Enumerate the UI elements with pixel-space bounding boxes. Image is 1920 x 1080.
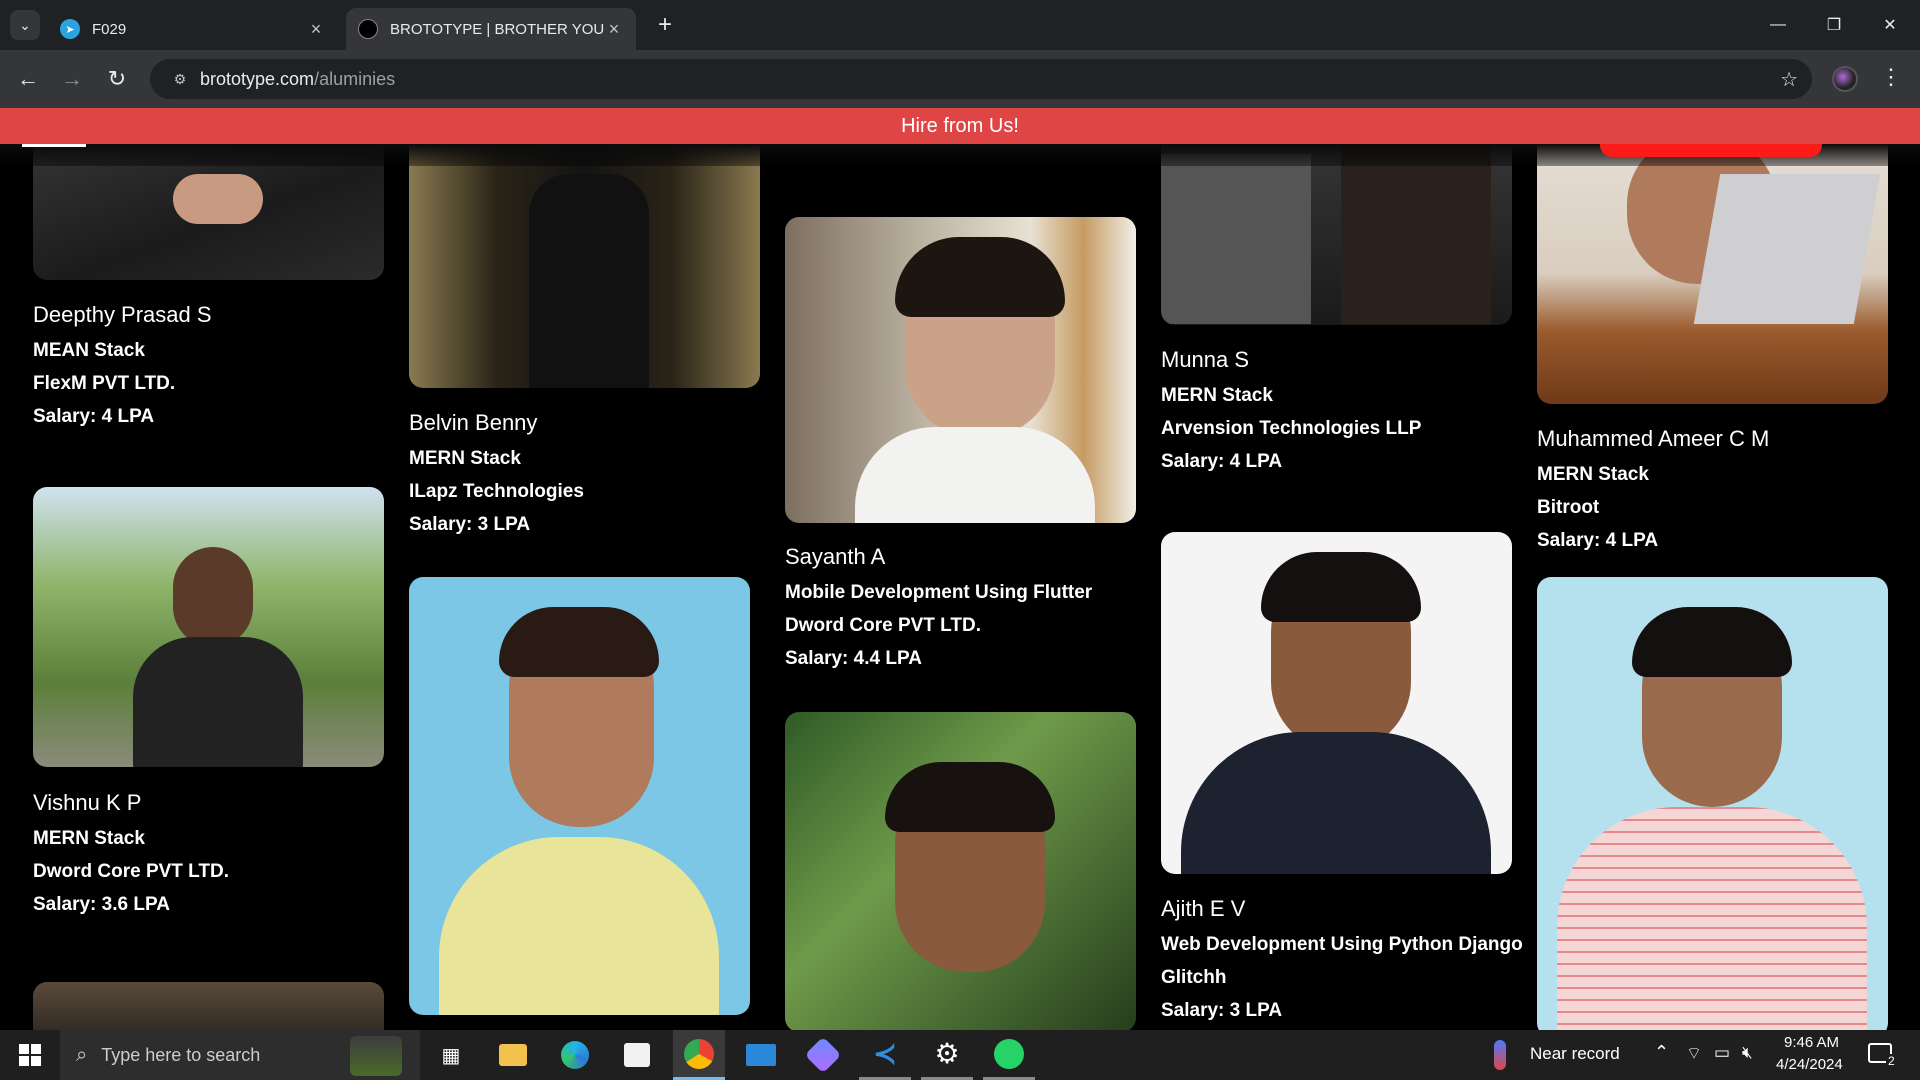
alumni-grid: Deepthy Prasad S MEAN Stack FlexM PVT LT… bbox=[0, 144, 1920, 1030]
show-hidden-icons-icon[interactable]: ⌃ bbox=[1654, 1042, 1669, 1063]
brototype-favicon-icon bbox=[358, 19, 378, 39]
volume-muted-icon[interactable]: 🔇︎ bbox=[1742, 1043, 1753, 1063]
search-highlight-icon bbox=[350, 1036, 402, 1076]
alumni-company: Bitroot bbox=[1537, 497, 1600, 518]
hire-from-us-banner[interactable]: Hire from Us! bbox=[0, 108, 1920, 144]
alumni-photo bbox=[1161, 532, 1512, 874]
alumni-course: Mobile Development Using Flutter bbox=[785, 582, 1093, 603]
alumni-photo bbox=[409, 577, 750, 1015]
bookmark-star-icon[interactable]: ☆ bbox=[1780, 67, 1798, 92]
close-tab-icon[interactable]: × bbox=[306, 19, 326, 40]
alumni-card: Belvin Benny MERN Stack ILapz Technologi… bbox=[409, 410, 760, 547]
clock-time[interactable]: 9:46 AM bbox=[1784, 1034, 1839, 1051]
alumni-company: Dword Core PVT LTD. bbox=[785, 615, 981, 636]
forward-icon[interactable]: → bbox=[56, 63, 88, 95]
alumni-photo bbox=[1161, 144, 1512, 325]
restore-icon[interactable]: ❐ bbox=[1806, 0, 1862, 50]
alumni-card: Muhammed Ameer C M MERN Stack Bitroot Sa… bbox=[1537, 426, 1917, 563]
alumni-course: MERN Stack bbox=[1161, 385, 1273, 406]
alumni-name: Belvin Benny bbox=[409, 410, 538, 435]
tab-title: BROTOTYPE | BROTHER YOU NEVER HAD bbox=[390, 20, 604, 38]
microsoft-store-icon[interactable] bbox=[611, 1030, 663, 1080]
alumni-name: Ajith E V bbox=[1161, 896, 1246, 921]
alumni-salary: Salary: 4 LPA bbox=[1161, 451, 1283, 472]
alumni-photo bbox=[785, 217, 1136, 523]
settings-gear-icon[interactable]: ⚙ bbox=[921, 1030, 973, 1080]
alumni-name: Deepthy Prasad S bbox=[33, 302, 212, 327]
taskbar-search-input[interactable]: ⌕ Type here to search bbox=[60, 1030, 420, 1080]
tab-search-dropdown-icon[interactable]: ⌄ bbox=[10, 10, 40, 40]
battery-icon[interactable]: ▭ bbox=[1714, 1043, 1730, 1063]
alumni-salary: Salary: 3 LPA bbox=[409, 514, 531, 535]
alumni-course: MERN Stack bbox=[33, 828, 145, 849]
back-icon[interactable]: ← bbox=[12, 63, 44, 95]
chrome-icon[interactable] bbox=[673, 1030, 725, 1080]
alumni-company: FlexM PVT LTD. bbox=[33, 373, 176, 394]
alumni-salary: Salary: 4.4 LPA bbox=[785, 648, 922, 669]
alumni-photo bbox=[1537, 144, 1888, 404]
profile-avatar[interactable] bbox=[1832, 66, 1858, 92]
windows-taskbar: ⌕ Type here to search ▦ ≺ ⚙ Near record … bbox=[0, 1030, 1920, 1080]
alumni-course: MERN Stack bbox=[409, 448, 521, 469]
alumni-salary: Salary: 3.6 LPA bbox=[33, 894, 170, 915]
url-text[interactable]: brototype.com/aluminies bbox=[200, 69, 395, 90]
alumni-course: MEAN Stack bbox=[33, 340, 145, 361]
alumni-salary: Salary: 4 LPA bbox=[33, 406, 155, 427]
file-explorer-icon[interactable] bbox=[487, 1030, 539, 1080]
task-view-icon[interactable]: ▦ bbox=[425, 1030, 477, 1080]
alumni-salary: Salary: 3 LPA bbox=[1161, 1000, 1283, 1021]
nav-cta-button[interactable] bbox=[1600, 144, 1822, 157]
alumni-salary: Salary: 4 LPA bbox=[1537, 530, 1659, 551]
alumni-photo bbox=[33, 982, 384, 1030]
tab-title: F029 bbox=[92, 20, 127, 38]
vscode-icon[interactable]: ≺ bbox=[859, 1030, 911, 1080]
search-placeholder: Type here to search bbox=[101, 1044, 261, 1065]
mail-icon[interactable] bbox=[735, 1030, 787, 1080]
minimize-icon[interactable]: — bbox=[1750, 0, 1806, 50]
menu-icon[interactable]: ⋮ bbox=[1880, 64, 1902, 90]
tab-brototype[interactable]: BROTOTYPE | BROTHER YOU NEVER HAD × bbox=[346, 8, 636, 50]
edge-icon[interactable] bbox=[549, 1030, 601, 1080]
alumni-name: Sayanth A bbox=[785, 544, 886, 569]
alumni-card: Sayanth A Mobile Development Using Flutt… bbox=[785, 544, 1165, 681]
site-info-icon[interactable]: ⚙ bbox=[160, 71, 200, 88]
reload-icon[interactable]: ↻ bbox=[101, 63, 133, 95]
alumni-name: Munna S bbox=[1161, 347, 1250, 372]
alumni-name: Muhammed Ameer C M bbox=[1537, 426, 1770, 451]
banner-text: Hire from Us! bbox=[901, 114, 1019, 137]
whatsapp-icon[interactable] bbox=[983, 1030, 1035, 1080]
alumni-photo bbox=[785, 712, 1136, 1030]
clock-date[interactable]: 4/24/2024 bbox=[1776, 1056, 1843, 1073]
telegram-icon: ➤ bbox=[60, 19, 80, 39]
alumni-card: Deepthy Prasad S MEAN Stack FlexM PVT LT… bbox=[33, 302, 384, 439]
close-tab-icon[interactable]: × bbox=[604, 19, 624, 40]
nav-active-underline bbox=[22, 144, 86, 147]
alumni-card: Ajith E V Web Development Using Python D… bbox=[1161, 896, 1541, 1030]
copilot-icon[interactable] bbox=[797, 1030, 849, 1080]
windows-start-icon[interactable] bbox=[0, 1030, 60, 1080]
new-tab-icon[interactable]: + bbox=[650, 10, 680, 40]
alumni-company: ILapz Technologies bbox=[409, 481, 584, 502]
alumni-photo bbox=[33, 487, 384, 767]
search-icon: ⌕ bbox=[76, 1043, 88, 1066]
address-bar[interactable]: ⚙ brototype.com/aluminies ☆ bbox=[150, 59, 1812, 99]
alumni-company: Dword Core PVT LTD. bbox=[33, 861, 229, 882]
thermometer-icon[interactable] bbox=[1494, 1040, 1506, 1070]
alumni-name: Vishnu K P bbox=[33, 790, 142, 815]
tab-telegram[interactable]: ➤ F029 × bbox=[48, 8, 338, 50]
browser-tab-strip: ⌄ ➤ F029 × BROTOTYPE | BROTHER YOU NEVER… bbox=[0, 0, 1920, 50]
network-icon[interactable]: ⌔ bbox=[1686, 1043, 1702, 1064]
alumni-photo bbox=[1537, 577, 1888, 1030]
close-window-icon[interactable]: ✕ bbox=[1862, 0, 1918, 50]
alumni-company: Glitchh bbox=[1161, 967, 1227, 988]
notification-count: 2 bbox=[1886, 1054, 1897, 1068]
alumni-company: Arvension Technologies LLP bbox=[1161, 418, 1422, 439]
alumni-card: Munna S MERN Stack Arvension Technologie… bbox=[1161, 347, 1512, 484]
alumni-photo bbox=[409, 144, 760, 388]
weather-text[interactable]: Near record bbox=[1530, 1044, 1620, 1064]
alumni-course: Web Development Using Python Django bbox=[1161, 934, 1523, 955]
alumni-card: Vishnu K P MERN Stack Dword Core PVT LTD… bbox=[33, 790, 384, 927]
browser-toolbar: ← → ↻ ⚙ brototype.com/aluminies ☆ ⋮ bbox=[0, 50, 1920, 108]
alumni-course: MERN Stack bbox=[1537, 464, 1649, 485]
